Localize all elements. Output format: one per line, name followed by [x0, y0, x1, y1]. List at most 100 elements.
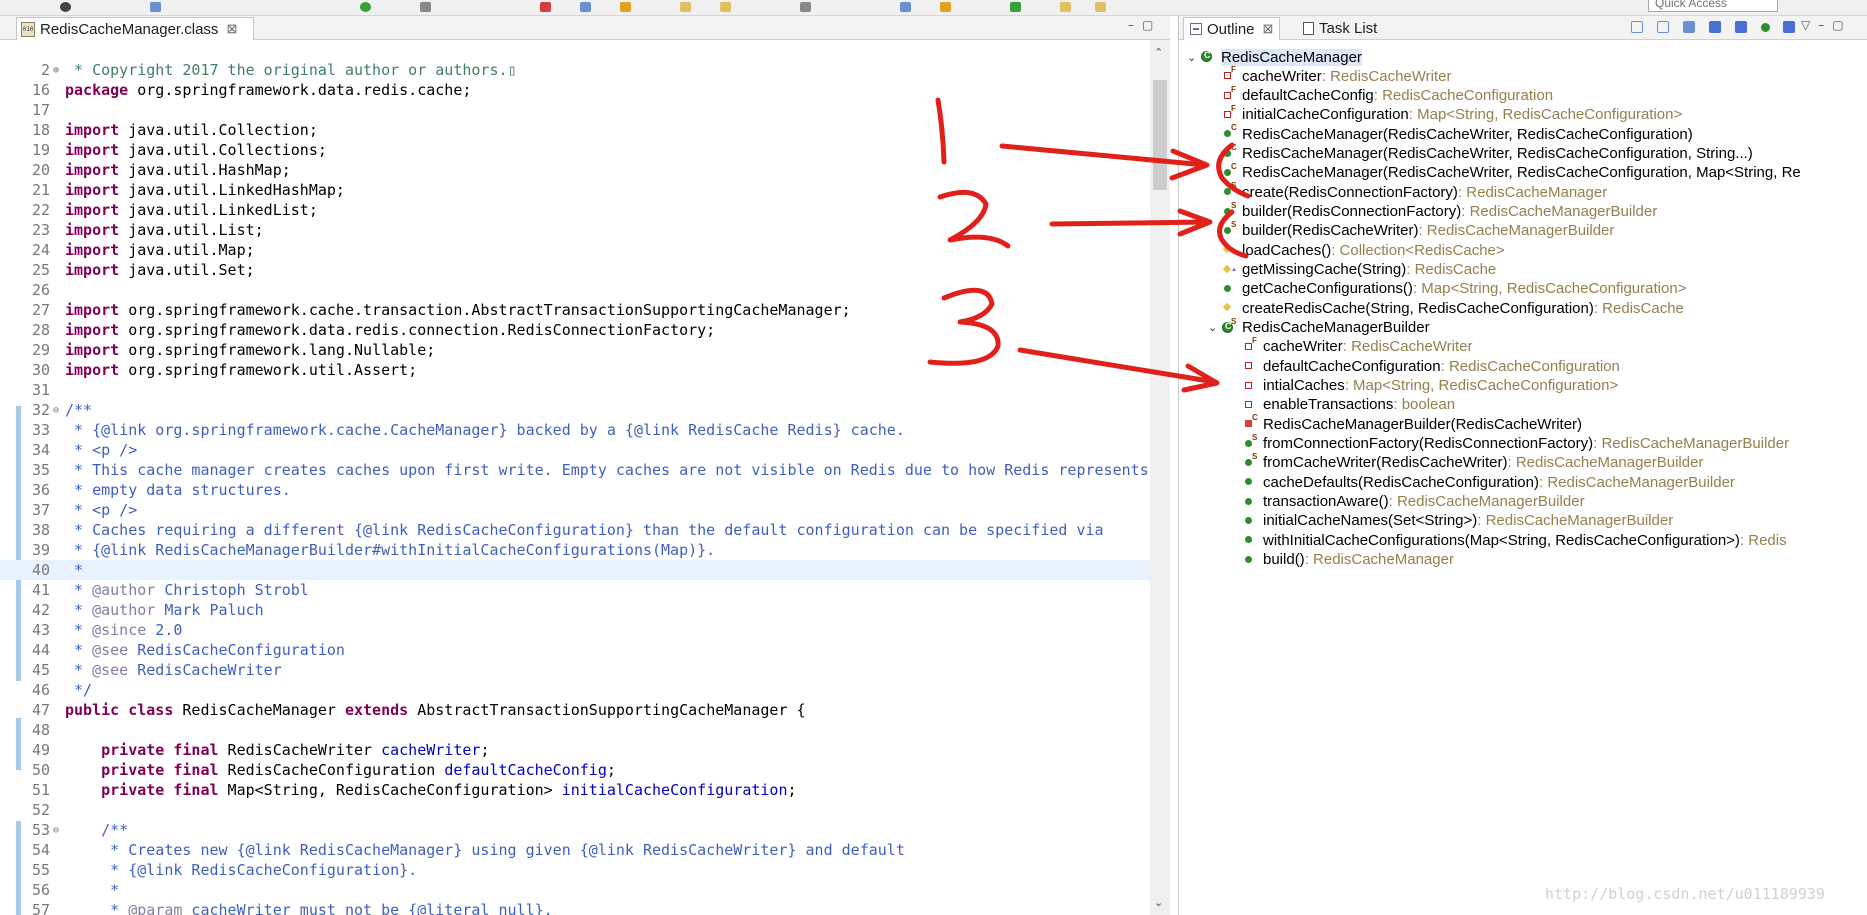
code-line[interactable]: 28 import org.springframework.data.redis.… [0, 320, 1150, 340]
close-icon[interactable]: ⊠ [226, 21, 237, 37]
toolbar-icon[interactable] [580, 2, 591, 12]
code-line[interactable]: 37 * <p /> [0, 500, 1150, 520]
hide-local-types-icon[interactable] [1761, 23, 1770, 32]
code-text: import java.util.Collections; [63, 141, 327, 159]
code-line[interactable]: 55 * {@link RedisCacheConfiguration}. [0, 860, 1150, 880]
code-line[interactable]: 57 * @param cacheWriter must not be {@li… [0, 900, 1150, 915]
hide-static-icon[interactable] [1709, 21, 1721, 33]
code-line[interactable]: 54 * Creates new {@link RedisCacheManage… [0, 840, 1150, 860]
collapse-all-icon[interactable] [1631, 21, 1643, 33]
link-with-editor-icon[interactable] [1783, 21, 1795, 33]
code-line[interactable]: 36 * empty data structures. [0, 480, 1150, 500]
hide-non-public-icon[interactable] [1735, 21, 1747, 33]
code-line[interactable]: 31 [0, 380, 1150, 400]
code-line[interactable]: 19 import java.util.Collections; [0, 140, 1150, 160]
sort-icon[interactable] [1657, 21, 1669, 33]
code-line[interactable]: 44 * @see RedisCacheConfiguration [0, 640, 1150, 660]
class-member-icon: S [1222, 317, 1238, 335]
toolbar-icon[interactable] [940, 2, 951, 12]
code-line[interactable]: 35 * This cache manager creates caches u… [0, 460, 1150, 480]
code-line[interactable]: 46 */ [0, 680, 1150, 700]
code-line[interactable]: 48 [0, 720, 1150, 740]
outline-view-menu-buttons[interactable]: ▽–▢ [1801, 18, 1852, 32]
forward-icon[interactable] [1095, 2, 1106, 12]
line-number: 20 [31, 161, 50, 179]
back-icon[interactable] [1060, 2, 1071, 12]
code-line[interactable]: 21 import java.util.LinkedHashMap; [0, 180, 1150, 200]
code-line[interactable]: 56 * [0, 880, 1150, 900]
code-line[interactable]: 33 * {@link org.springframework.cache.Ca… [0, 420, 1150, 440]
line-number: 27 [31, 301, 50, 319]
code-line[interactable]: 53 ⊖ /** [0, 820, 1150, 840]
code-line[interactable]: 47 public class RedisCacheManager extends… [0, 700, 1150, 720]
code-line[interactable]: 22 import java.util.LinkedList; [0, 200, 1150, 220]
outline-node-type: : RedisCacheManager [1457, 183, 1608, 201]
code-line[interactable]: 29 import org.springframework.lang.Nullab… [0, 340, 1150, 360]
code-text: * [63, 881, 119, 899]
code-line[interactable]: 25 import java.util.Set; [0, 260, 1150, 280]
code-line[interactable]: 17 [0, 100, 1150, 120]
toolbar-icon[interactable] [620, 2, 631, 12]
code-line[interactable]: 39 * {@link RedisCacheManagerBuilder#wit… [0, 540, 1150, 560]
code-line[interactable]: 51 private final Map<String, RedisCacheC… [0, 780, 1150, 800]
toolbar-icon[interactable] [800, 2, 811, 12]
code-line[interactable]: 42 * @author Mark Paluch [0, 600, 1150, 620]
search-icon[interactable] [150, 2, 161, 12]
close-icon[interactable]: ⊠ [1263, 21, 1274, 37]
quick-access-input[interactable] [1648, 0, 1778, 12]
code-line[interactable]: 16 package org.springframework.data.redis… [0, 80, 1150, 100]
code-area[interactable]: 2 ⊕ * Copyright 2017 the original author … [0, 40, 1150, 915]
toolbar-icon[interactable] [1010, 2, 1021, 12]
tab-task-list[interactable]: Task List [1297, 17, 1383, 40]
code-line[interactable]: 32 ⊖/** [0, 400, 1150, 420]
code-token: RedisCacheManager [173, 701, 345, 719]
scroll-up-icon[interactable]: ⌃ [1154, 46, 1163, 59]
code-token: import [65, 141, 120, 159]
public-member-icon: S [1243, 452, 1259, 470]
public-member-icon [1243, 475, 1259, 489]
member-modifier-badge: ▲ [1231, 266, 1237, 273]
folder-icon[interactable] [720, 2, 731, 12]
debug-icon[interactable] [60, 2, 71, 12]
editor-tab-rediscachemanager[interactable]: 010 RedisCacheManager.class ⊠ [16, 17, 254, 40]
stop-icon[interactable] [540, 2, 551, 12]
fold-toggle-icon[interactable]: ⊖ [53, 405, 63, 416]
code-line[interactable]: 50 private final RedisCacheConfiguration… [0, 760, 1150, 780]
toolbar-icon[interactable] [900, 2, 911, 12]
code-line[interactable]: 30 import org.springframework.util.Assert… [0, 360, 1150, 380]
code-line[interactable]: 49 private final RedisCacheWriter cacheW… [0, 740, 1150, 760]
class-member-icon [1201, 50, 1217, 64]
code-line[interactable]: 34 * <p /> [0, 440, 1150, 460]
tab-outline[interactable]: Outline ⊠ [1183, 17, 1281, 40]
hide-fields-icon[interactable] [1683, 21, 1695, 33]
code-line[interactable]: 52 [0, 800, 1150, 820]
code-line[interactable]: 24 import java.util.Map; [0, 240, 1150, 260]
scrollbar-thumb[interactable] [1153, 80, 1167, 190]
scroll-down-icon[interactable]: ⌄ [1154, 896, 1163, 909]
toolbar-icon[interactable] [420, 2, 431, 12]
folder-icon[interactable] [680, 2, 691, 12]
code-line[interactable]: 40 * [0, 560, 1150, 580]
code-line[interactable]: 26 [0, 280, 1150, 300]
code-line[interactable]: 20 import java.util.HashMap; [0, 160, 1150, 180]
run-icon[interactable] [360, 2, 371, 12]
outline-node[interactable]: build() : RedisCacheManager [1229, 549, 1454, 571]
code-line[interactable]: 43 * @since 2.0 [0, 620, 1150, 640]
code-token: java.util.Map; [119, 241, 255, 259]
code-token: extends [344, 701, 409, 719]
editor-vertical-scrollbar[interactable]: ⌃ ⌄ [1150, 40, 1170, 915]
expand-toggle-icon[interactable]: ⌄ [1187, 51, 1201, 64]
code-line[interactable]: 38 * Caches requiring a different {@link… [0, 520, 1150, 540]
code-token: org.springframework.util.Assert; [119, 361, 418, 379]
line-number: 39 [31, 541, 50, 559]
fold-toggle-icon[interactable]: ⊕ [53, 65, 63, 76]
editor-minimize-maximize-buttons[interactable]: –▢ [1128, 18, 1161, 32]
code-line[interactable]: 27 import org.springframework.cache.trans… [0, 300, 1150, 320]
code-line[interactable]: 41 * @author Christoph Strobl [0, 580, 1150, 600]
expand-toggle-icon[interactable]: ⌄ [1208, 321, 1222, 334]
code-line[interactable]: 45 * @see RedisCacheWriter [0, 660, 1150, 680]
code-line[interactable]: 2 ⊕ * Copyright 2017 the original author … [0, 60, 1150, 80]
code-line[interactable]: 18 import java.util.Collection; [0, 120, 1150, 140]
fold-toggle-icon[interactable]: ⊖ [53, 825, 63, 836]
code-line[interactable]: 23 import java.util.List; [0, 220, 1150, 240]
